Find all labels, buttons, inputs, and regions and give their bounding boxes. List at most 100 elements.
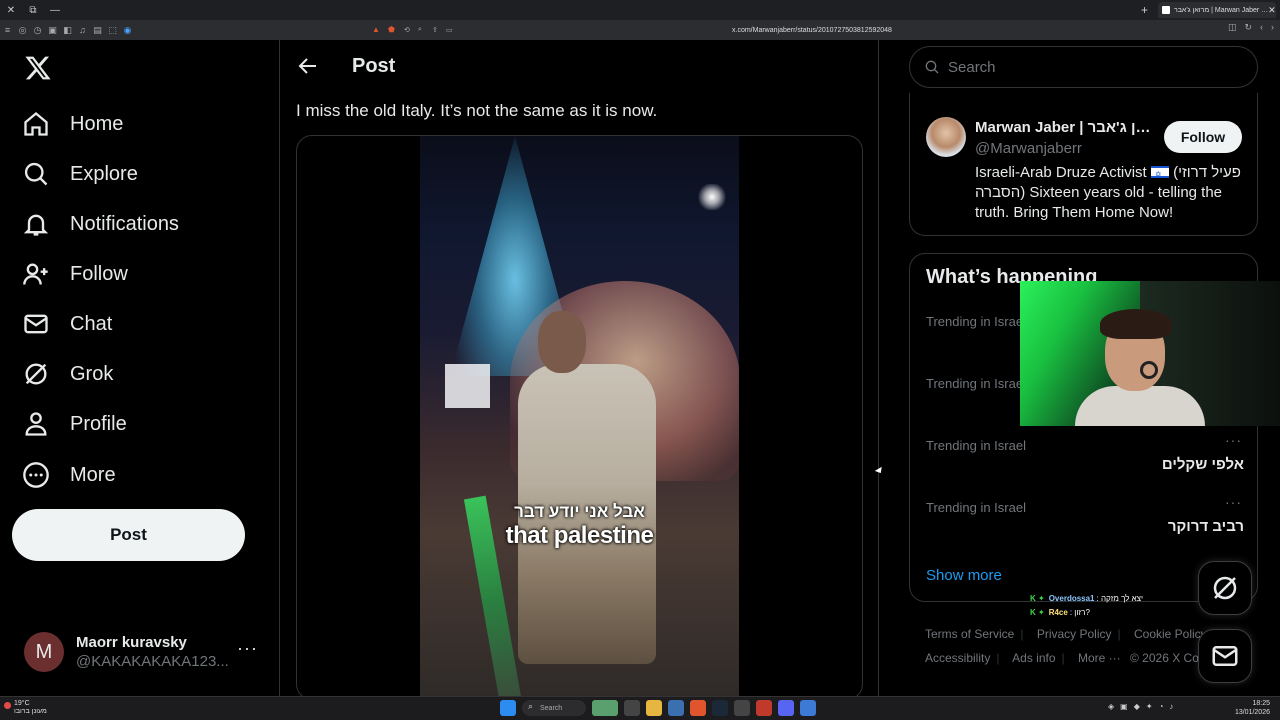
forward-icon[interactable]: › bbox=[1271, 22, 1274, 33]
video-player[interactable]: אבל אני יודע דבר that palestine bbox=[420, 136, 739, 699]
sidebar-icon[interactable]: ◧ bbox=[60, 25, 75, 36]
widgets-icon[interactable] bbox=[592, 700, 618, 716]
more-dots-icon[interactable]: ··· bbox=[1225, 494, 1242, 510]
sidebar-item-grok[interactable]: Grok bbox=[22, 354, 113, 394]
footer-terms-link[interactable]: Terms of Service bbox=[925, 627, 1014, 641]
extension-icon[interactable]: ⬚ bbox=[105, 25, 120, 36]
vpn-icon[interactable]: ◉ bbox=[120, 25, 135, 36]
footer-accessibility-link[interactable]: Accessibility bbox=[925, 651, 990, 665]
weather-temp: 19°C bbox=[14, 700, 30, 707]
post-button[interactable]: Post bbox=[12, 509, 245, 561]
account-handle: @KAKAKAKAKA123... bbox=[76, 653, 229, 670]
shield-icon[interactable]: ◎ bbox=[15, 25, 30, 36]
close-window-icon[interactable]: ✕ bbox=[0, 5, 22, 16]
tab-close-icon[interactable]: ✕ bbox=[1268, 5, 1276, 16]
app2-icon[interactable] bbox=[800, 700, 816, 716]
tabs-icon[interactable]: ▣ bbox=[45, 25, 60, 36]
profile-card[interactable]: Marwan Jaber | מרואן ג'אבר @Marwanjaberr… bbox=[909, 93, 1258, 236]
music-icon[interactable]: ♫ bbox=[75, 25, 90, 35]
footer-cookie-link[interactable]: Cookie Policy bbox=[1134, 627, 1207, 641]
profile-handle[interactable]: @Marwanjaberr bbox=[975, 140, 1082, 157]
trend-item[interactable]: Trending in Israel ··· רביב דרוקר bbox=[926, 494, 1244, 558]
search-input[interactable]: Search bbox=[909, 46, 1258, 88]
brave-browser-icon[interactable] bbox=[690, 700, 706, 716]
trend-category: Trending in Israel bbox=[926, 438, 1026, 453]
trend-name: אלפי שקלים bbox=[1161, 456, 1244, 473]
account-switcher[interactable]: M Maorr kuravsky @KAKAKAKAKA123... ··· bbox=[24, 630, 264, 674]
address-bar[interactable]: ▲ ⬟ ⟲ ⌕ ⇪ ▭ x.com/Marwanjaberr/status/20… bbox=[372, 22, 928, 38]
avatar[interactable] bbox=[926, 117, 966, 157]
brave-lion-icon[interactable]: ⬟ bbox=[388, 25, 398, 35]
chat-username: R4ce bbox=[1048, 608, 1068, 617]
weather-alert-icon bbox=[4, 702, 11, 709]
reload-icon[interactable]: ↻ bbox=[1244, 22, 1252, 33]
tray-icon[interactable]: ◆ bbox=[1134, 702, 1140, 711]
stream-chat-overlay: K ✦ Overdossa1 : יצא לך מזקה K ✦ R4ce : … bbox=[1030, 592, 1210, 620]
tray-icon[interactable]: ▣ bbox=[1120, 702, 1128, 711]
sidebar-item-profile[interactable]: Profile bbox=[22, 404, 127, 444]
more-dots-icon[interactable]: ··· bbox=[237, 638, 258, 659]
new-tab-icon[interactable]: + bbox=[1141, 3, 1148, 17]
network-icon[interactable]: ◔ bbox=[1159, 702, 1164, 711]
clock-date: 13/01/2026 bbox=[1234, 709, 1270, 716]
person-icon bbox=[25, 412, 47, 436]
taskbar-clock[interactable]: 18:25 13/01/2026 bbox=[1235, 699, 1270, 717]
zoom-icon[interactable]: ⌕ bbox=[418, 26, 432, 34]
profile-name[interactable]: Marwan Jaber | מרואן ג'אבר bbox=[975, 119, 1155, 136]
tray-icon[interactable]: ◈ bbox=[1108, 702, 1114, 711]
footer-ads-link[interactable]: Ads info bbox=[1012, 651, 1055, 665]
task-view-icon[interactable] bbox=[624, 700, 640, 716]
chat-message: K ✦ Overdossa1 : יצא לך מזקה bbox=[1030, 592, 1210, 606]
history-icon[interactable]: ◷ bbox=[30, 25, 45, 36]
search-icon bbox=[925, 60, 939, 74]
footer-more-link[interactable]: More ··· bbox=[1078, 651, 1121, 665]
file-explorer-icon[interactable] bbox=[646, 700, 662, 716]
post-media[interactable]: אבל אני יודע דבר that palestine bbox=[296, 135, 863, 700]
back-arrow-icon[interactable] bbox=[296, 54, 320, 78]
sidebar-item-label: More bbox=[70, 463, 116, 486]
chat-username: Overdossa1 bbox=[1048, 594, 1095, 603]
footer-privacy-link[interactable]: Privacy Policy bbox=[1037, 627, 1112, 641]
discord-icon[interactable] bbox=[778, 700, 794, 716]
sidebar-item-notifications[interactable]: Notifications bbox=[22, 204, 179, 244]
store-icon[interactable] bbox=[668, 700, 684, 716]
tray-icon[interactable]: ✦ bbox=[1146, 702, 1153, 711]
sidebar-item-chat[interactable]: Chat bbox=[22, 304, 112, 344]
messages-fab-button[interactable] bbox=[1198, 629, 1252, 683]
url-text[interactable]: x.com/Marwanjaberr/status/20107275038125… bbox=[732, 27, 892, 34]
mail-icon bbox=[1212, 646, 1238, 666]
sidebar-item-follow[interactable]: Follow bbox=[22, 254, 128, 294]
page-title: Post bbox=[352, 55, 396, 77]
taskbar-search[interactable]: Search bbox=[522, 700, 586, 716]
sidebar-item-explore[interactable]: Explore bbox=[22, 154, 138, 194]
menu-icon[interactable]: ≡ bbox=[0, 25, 15, 35]
search-placeholder: Search bbox=[948, 58, 996, 76]
weather-widget[interactable]: 19°C מעונן ברובו bbox=[4, 700, 47, 716]
reader-icon[interactable]: ▭ bbox=[446, 26, 460, 34]
more-dots-icon[interactable]: ··· bbox=[1225, 432, 1242, 448]
split-icon[interactable]: ⟲ bbox=[404, 26, 418, 34]
follow-button[interactable]: Follow bbox=[1164, 121, 1242, 153]
streamer-hair-image bbox=[1100, 309, 1172, 339]
wallet-icon[interactable]: ▤ bbox=[90, 25, 105, 36]
x-logo-icon[interactable] bbox=[24, 54, 52, 82]
sidebar-item-label: Profile bbox=[70, 412, 127, 435]
app-icon[interactable] bbox=[756, 700, 772, 716]
minimize-window-icon[interactable]: — bbox=[44, 5, 66, 16]
volume-icon[interactable]: ♪ bbox=[1169, 702, 1173, 711]
show-more-link[interactable]: Show more bbox=[926, 567, 1002, 584]
billboard-image bbox=[445, 364, 490, 408]
obs-icon[interactable] bbox=[734, 700, 750, 716]
trend-item[interactable]: Trending in Israel ··· אלפי שקלים bbox=[926, 432, 1244, 496]
brave-shield-icon[interactable]: ▲ bbox=[372, 25, 382, 35]
share-icon[interactable]: ⇪ bbox=[432, 26, 446, 34]
steam-icon[interactable] bbox=[712, 700, 728, 716]
restore-window-icon[interactable]: ⧉ bbox=[22, 5, 44, 16]
bookmark-icon[interactable]: ◫ bbox=[1228, 22, 1237, 33]
browser-tab[interactable]: מרואן ג'אבר | Marwan Jaber … ✕ bbox=[1158, 2, 1276, 18]
sidebar-item-more[interactable]: More bbox=[22, 455, 116, 495]
back-icon[interactable]: ‹ bbox=[1260, 22, 1263, 33]
sidebar-item-home[interactable]: Home bbox=[22, 104, 123, 144]
streamer-shoulders-image bbox=[1075, 386, 1205, 426]
windows-start-icon[interactable] bbox=[500, 700, 516, 716]
